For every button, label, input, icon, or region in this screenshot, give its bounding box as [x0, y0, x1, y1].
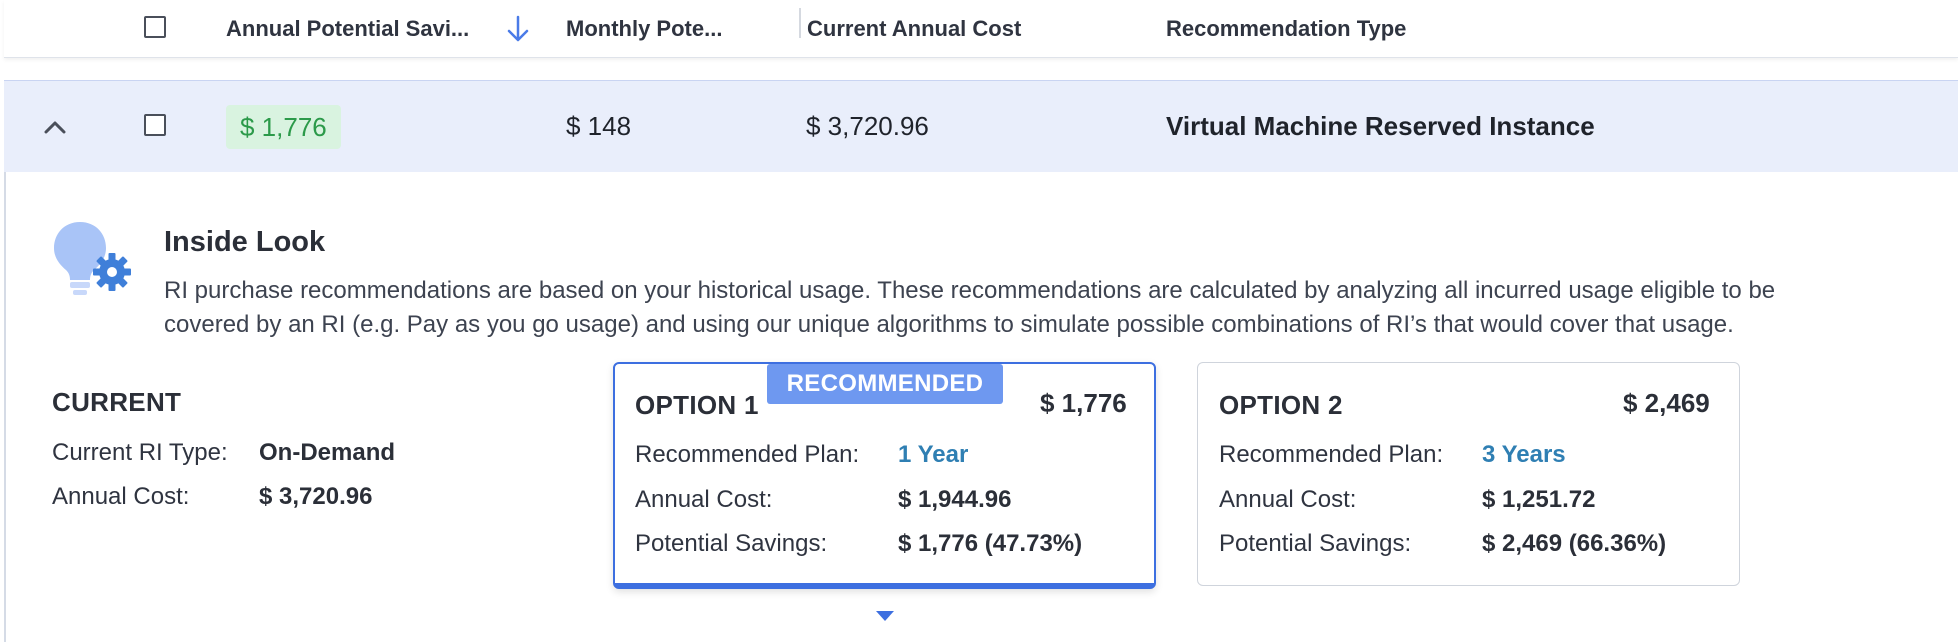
inside-look-description: RI purchase recommendations are based on…: [164, 274, 1954, 342]
current-ri-type-value: On-Demand: [259, 439, 396, 466]
option-1-plan-value[interactable]: 1 Year: [898, 441, 968, 469]
option-2-savings-value: $ 2,469 (66.36%): [1482, 530, 1667, 557]
option-2-cost-value: $ 1,251.72: [1482, 486, 1596, 513]
option-2-title: OPTION 2: [1219, 390, 1343, 420]
recommended-badge: RECOMMENDED: [767, 364, 1003, 404]
row-current-annual-cost: $ 3,720.96: [806, 111, 929, 141]
option-1-cost-value: $ 1,944.96: [898, 486, 1012, 513]
option-2-plan-label: Recommended Plan:: [1219, 441, 1444, 468]
option-1-savings-value: $ 1,776 (47.73%): [898, 530, 1083, 557]
caret-down-icon: [876, 611, 894, 621]
option-2-cost-label: Annual Cost:: [1219, 486, 1357, 513]
current-title: CURRENT: [52, 387, 182, 417]
header-current-annual-cost[interactable]: Current Annual Cost: [807, 16, 1021, 42]
header-recommendation-type[interactable]: Recommendation Type: [1166, 16, 1406, 42]
row-monthly-savings: $ 148: [566, 111, 632, 141]
lightbulb-gear-icon: [54, 222, 131, 295]
option-2-amount: $ 2,469: [1623, 388, 1710, 418]
inside-look-line-2: covered by an RI (e.g. Pay as you go usa…: [164, 311, 1734, 338]
table-header: Annual Potential Savi... Monthly Pote...…: [4, 0, 1958, 58]
chevron-up-icon[interactable]: [40, 112, 70, 142]
option-1-cost-label: Annual Cost:: [635, 486, 773, 513]
select-all-checkbox[interactable]: [144, 16, 166, 38]
sort-descending-icon[interactable]: [502, 14, 534, 44]
column-resize-handle[interactable]: [799, 8, 801, 38]
option-2-savings-label: Potential Savings:: [1219, 530, 1412, 557]
row-recommendation-type: Virtual Machine Reserved Instance: [1166, 111, 1595, 141]
current-annual-cost-value: $ 3,720.96: [259, 483, 373, 510]
option-1-title: OPTION 1: [635, 390, 759, 420]
inside-look-title: Inside Look: [164, 226, 326, 258]
current-ri-type-label: Current RI Type:: [52, 439, 228, 466]
row-checkbox[interactable]: [144, 114, 166, 136]
current-annual-cost-label: Annual Cost:: [52, 483, 190, 510]
option-1-plan-label: Recommended Plan:: [635, 441, 860, 468]
option-1-savings-label: Potential Savings:: [635, 530, 828, 557]
header-annual-savings[interactable]: Annual Potential Savi...: [226, 16, 469, 42]
option-1-amount: $ 1,776: [1040, 388, 1127, 418]
option-2-plan-value[interactable]: 3 Years: [1482, 441, 1566, 469]
header-monthly-savings[interactable]: Monthly Pote...: [566, 16, 722, 42]
detail-divider: [4, 172, 6, 642]
inside-look-line-1: RI purchase recommendations are based on…: [164, 277, 1776, 304]
annual-savings-badge: $ 1,776: [226, 105, 341, 149]
